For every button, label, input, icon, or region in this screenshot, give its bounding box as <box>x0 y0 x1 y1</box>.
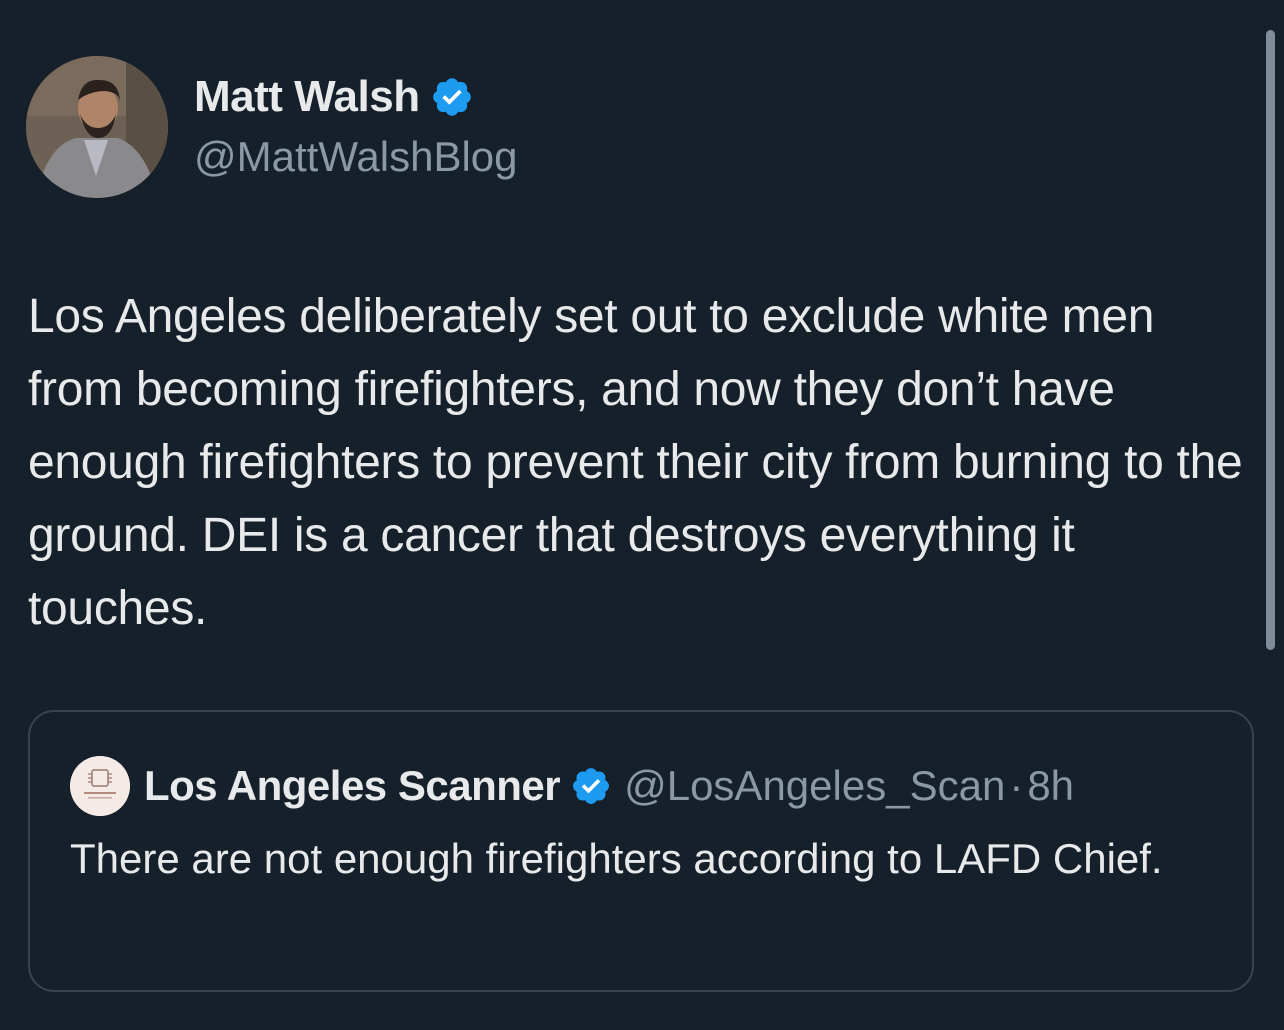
author-avatar[interactable] <box>26 56 168 198</box>
scanner-logo-icon <box>70 756 130 816</box>
author-handle[interactable]: @MattWalshBlog <box>194 130 518 184</box>
author-name[interactable]: Matt Walsh <box>194 72 420 122</box>
quoted-author-avatar[interactable] <box>70 756 130 816</box>
quoted-author-name[interactable]: Los Angeles Scanner <box>144 762 561 810</box>
scrollbar[interactable] <box>1266 30 1275 650</box>
quoted-author-handle[interactable]: @LosAngeles_Scan <box>624 762 1005 810</box>
quoted-tweet-header: Los Angeles Scanner @LosAngeles_Scan · 8… <box>70 756 1074 816</box>
tweet-text: Los Angeles deliberately set out to excl… <box>28 290 1243 635</box>
author-name-row[interactable]: Matt Walsh <box>194 72 474 122</box>
separator-dot: · <box>1009 762 1024 809</box>
verified-badge-icon <box>570 765 612 807</box>
verified-badge-icon <box>430 75 474 119</box>
tweet[interactable]: Matt Walsh @MattWalshBlog Los Angeles de… <box>0 0 1284 1030</box>
quoted-tweet-card[interactable]: Los Angeles Scanner @LosAngeles_Scan · 8… <box>28 710 1254 992</box>
quoted-tweet-text: There are not enough firefighters accord… <box>70 835 1163 882</box>
avatar-photo <box>26 56 168 198</box>
quoted-tweet-time[interactable]: 8h <box>1027 762 1074 810</box>
